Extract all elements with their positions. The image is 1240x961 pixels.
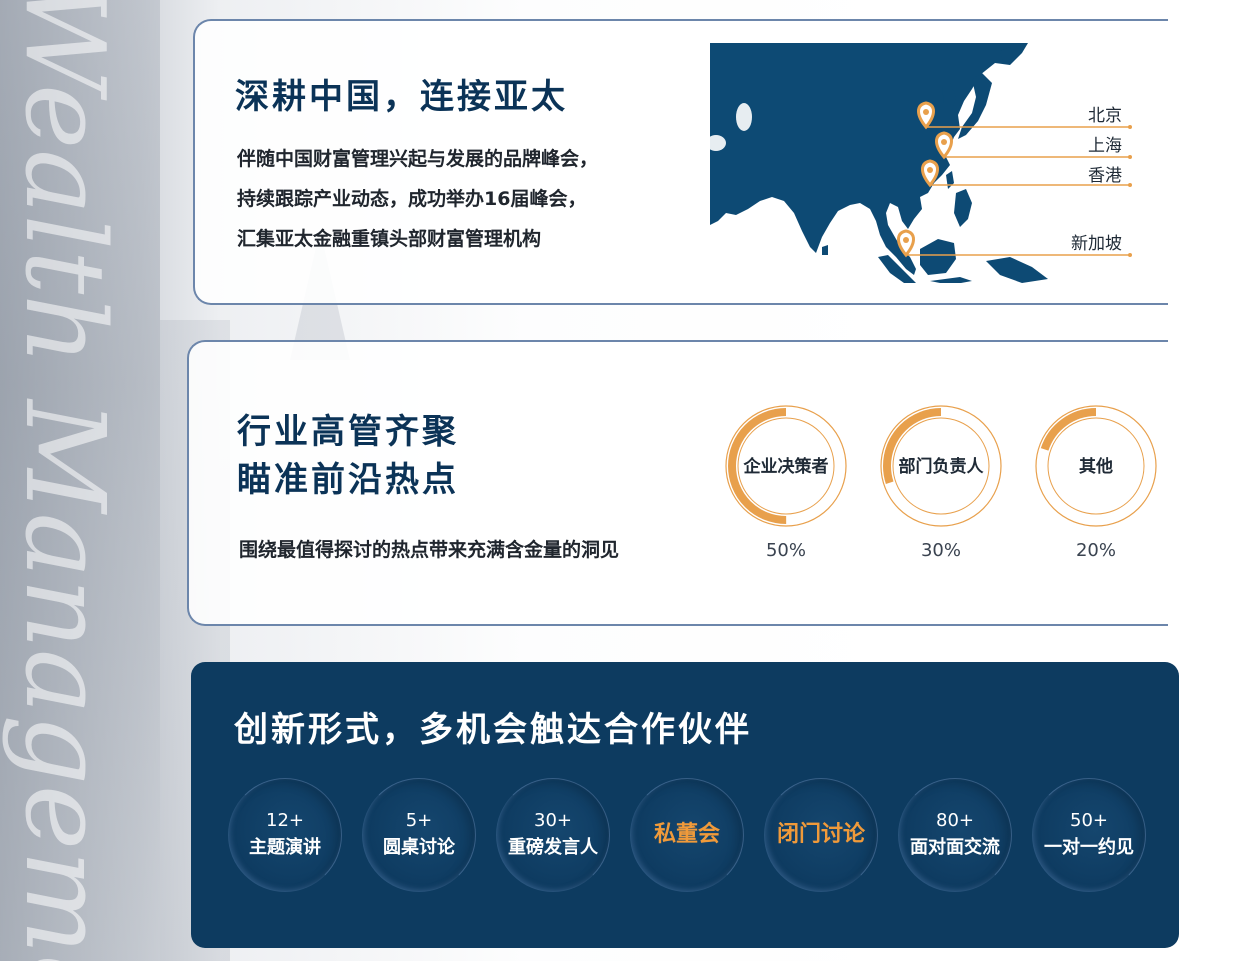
format-label: 圆桌讨论 (383, 837, 455, 858)
section2-title-line: 行业高管齐聚 (237, 412, 459, 452)
format-count: 80+ (936, 810, 974, 831)
map-inland-sea (736, 103, 752, 131)
format-item: 5+ 圆桌讨论 (362, 778, 476, 892)
format-item: 闭门讨论 (764, 778, 878, 892)
format-list: 12+ 主题演讲 5+ 圆桌讨论 30+ 重磅发言人 私董会 闭门讨论 80+ 面对面交流 50+ 一… (228, 778, 1158, 898)
map-landmass (920, 239, 956, 275)
section1-line: 持续跟踪产业动态，成功举办16届峰会， (237, 188, 587, 210)
donut-value-label: 50% (766, 540, 806, 561)
donut-3: 其他 20% (1035, 405, 1157, 561)
donut-value-label: 20% (1076, 540, 1116, 561)
section2-description: 围绕最值得探讨的热点带来充满含金量的洞见 (239, 539, 620, 561)
section-formats: 创新形式，多机会触达合作伙伴 12+ 主题演讲 5+ 圆桌讨论 30+ 重磅发言人 私董会 闭… (191, 662, 1179, 948)
format-item: 50+ 一对一约见 (1032, 778, 1146, 892)
section2-title-line: 瞄准前沿热点 (237, 460, 459, 500)
map-landmass (822, 245, 828, 255)
donut-1: 企业决策者 50% (725, 405, 847, 561)
section-china-asia-pacific: 深耕中国，连接亚太 伴随中国财富管理兴起与发展的品牌峰会， 持续跟踪产业动态，成… (193, 19, 1170, 305)
city-label-singapore: 新加坡 (1071, 234, 1122, 254)
donut-category-label: 其他 (1079, 456, 1113, 477)
section1-title: 深耕中国，连接亚太 (235, 77, 568, 117)
section1-line: 伴随中国财富管理兴起与发展的品牌峰会， (237, 148, 599, 170)
shanghai-leader-dot (1128, 155, 1132, 159)
format-count: 30+ (534, 810, 572, 831)
section1-line: 汇集亚太金融重镇头部财富管理机构 (237, 228, 542, 250)
singapore-leader-dot (1128, 253, 1132, 257)
format-item: 80+ 面对面交流 (898, 778, 1012, 892)
map-landmass (986, 257, 1048, 283)
asia-pacific-map: 北京 上海 香港 新加坡 (710, 43, 1132, 283)
hongkong-leader-dot (1128, 183, 1132, 187)
attendee-donut-chart: 企业决策者 50% 部门负责人 30% 其他 20% (725, 405, 1157, 561)
format-label: 重磅发言人 (508, 837, 598, 858)
format-label: 主题演讲 (249, 837, 321, 858)
map-landmass (946, 171, 954, 189)
format-label: 私董会 (653, 822, 720, 847)
donut-category-label: 企业决策者 (743, 456, 829, 477)
format-label: 面对面交流 (910, 837, 1000, 858)
city-label-beijing: 北京 (1088, 106, 1122, 126)
map-landmass (954, 189, 972, 227)
city-label-hongkong: 香港 (1088, 166, 1122, 186)
format-label: 闭门讨论 (776, 822, 865, 847)
section1-description: 伴随中国财富管理兴起与发展的品牌峰会， 持续跟踪产业动态，成功举办16届峰会， … (237, 139, 598, 259)
format-count: 50+ (1070, 810, 1108, 831)
map-landmass (930, 277, 972, 283)
format-item: 私董会 (630, 778, 744, 892)
format-label: 一对一约见 (1044, 837, 1134, 858)
format-item: 12+ 主题演讲 (228, 778, 342, 892)
section2-title: 行业高管齐聚 瞄准前沿热点 (237, 408, 459, 504)
format-count: 12+ (266, 810, 304, 831)
section-executives: 行业高管齐聚 瞄准前沿热点 围绕最值得探讨的热点带来充满含金量的洞见 企业决策者… (187, 340, 1170, 626)
beijing-leader-dot (1128, 125, 1132, 129)
donut-2: 部门负责人 30% (880, 405, 1002, 561)
donut-value-label: 30% (921, 540, 961, 561)
format-count: 5+ (405, 810, 433, 831)
format-item: 30+ 重磅发言人 (496, 778, 610, 892)
background-ghost-text: Wealth Management (1, 0, 129, 961)
donut-category-label: 部门负责人 (899, 456, 985, 477)
section3-title: 创新形式，多机会触达合作伙伴 (234, 710, 752, 750)
city-label-shanghai: 上海 (1088, 136, 1122, 156)
